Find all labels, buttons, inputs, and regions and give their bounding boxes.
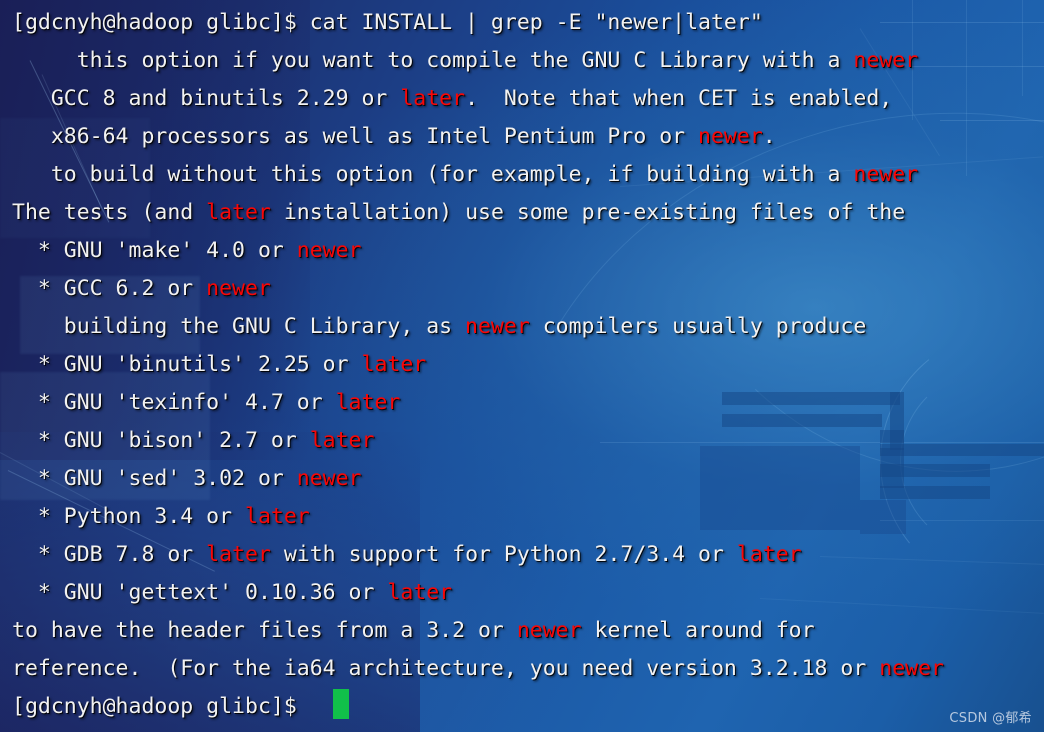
line-2: GCC 8 and binutils 2.29 or later. Note t… <box>12 80 892 118</box>
highlighted-match: later <box>400 86 466 111</box>
line-10: * GNU 'texinfo' 4.7 or later <box>12 384 400 422</box>
line-text: * GNU 'bison' 2.7 or <box>12 428 310 453</box>
line-text: * GDB 7.8 or <box>12 542 207 567</box>
line-1: this option if you want to compile the G… <box>12 42 918 80</box>
terminal-output[interactable]: [gdcnyh@hadoop glibc]$ cat INSTALL | gre… <box>0 0 1044 732</box>
line-text: . <box>762 124 776 149</box>
highlighted-match: later <box>206 200 271 225</box>
terminal-screen[interactable]: [gdcnyh@hadoop glibc]$ cat INSTALL | gre… <box>0 0 1044 732</box>
highlighted-match: later <box>361 352 427 377</box>
line-5: The tests (and later installation) use s… <box>12 194 905 232</box>
terminal-cursor <box>333 689 349 719</box>
line-9: * GNU 'binutils' 2.25 or later <box>12 346 426 384</box>
highlighted-match: later <box>245 504 310 529</box>
line-text: . Note that when CET is enabled, <box>465 86 893 111</box>
line-8: building the GNU C Library, as newer com… <box>12 308 867 346</box>
line-prompt-final: [gdcnyh@hadoop glibc]$ <box>12 688 310 726</box>
line-command: [gdcnyh@hadoop glibc]$ cat INSTALL | gre… <box>12 4 763 42</box>
line-text: with support for Python 2.7/3.4 or <box>270 542 737 567</box>
line-text: GCC 8 and binutils 2.29 or <box>12 86 401 111</box>
line-11: * GNU 'bison' 2.7 or later <box>12 422 375 460</box>
line-text: * Python 3.4 or <box>12 504 245 529</box>
line-text: * GCC 6.2 or <box>12 276 207 301</box>
highlighted-match: later <box>309 428 375 453</box>
line-text: installation) use some pre-existing file… <box>270 200 906 225</box>
highlighted-match: newer <box>853 162 919 187</box>
highlighted-match: newer <box>296 466 362 491</box>
highlighted-match: later <box>387 580 453 605</box>
line-text: * GNU 'binutils' 2.25 or <box>12 352 362 377</box>
highlighted-match: newer <box>698 124 763 149</box>
highlighted-match: newer <box>516 618 582 643</box>
line-3: x86-64 processors as well as Intel Penti… <box>12 118 776 156</box>
line-13: * Python 3.4 or later <box>12 498 310 536</box>
line-text: [gdcnyh@hadoop glibc]$ <box>12 694 310 719</box>
line-text: reference. (For the ia64 architecture, y… <box>12 656 880 681</box>
line-text: * GNU 'gettext' 0.10.36 or <box>12 580 388 605</box>
line-17: reference. (For the ia64 architecture, y… <box>12 650 944 688</box>
line-text: The tests (and <box>12 200 207 225</box>
line-12: * GNU 'sed' 3.02 or newer <box>12 460 362 498</box>
line-text: to build without this option (for exampl… <box>12 162 854 187</box>
line-text: * GNU 'sed' 3.02 or <box>12 466 297 491</box>
highlighted-match: newer <box>879 656 944 681</box>
highlighted-match: newer <box>296 238 362 263</box>
highlighted-match: later <box>206 542 271 567</box>
line-text: [gdcnyh@hadoop glibc]$ cat INSTALL | gre… <box>12 10 763 35</box>
line-14: * GDB 7.8 or later with support for Pyth… <box>12 536 802 574</box>
line-text: * GNU 'make' 4.0 or <box>12 238 297 263</box>
line-text: compilers usually produce <box>529 314 867 339</box>
line-text: to have the header files from a 3.2 or <box>12 618 517 643</box>
line-text: this option if you want to compile the G… <box>12 48 854 73</box>
highlighted-match: later <box>736 542 802 567</box>
line-text: x86-64 processors as well as Intel Penti… <box>12 124 699 149</box>
line-6: * GNU 'make' 4.0 or newer <box>12 232 362 270</box>
line-text: kernel around for <box>581 618 815 643</box>
line-4: to build without this option (for exampl… <box>12 156 918 194</box>
highlighted-match: newer <box>465 314 530 339</box>
highlighted-match: newer <box>206 276 271 301</box>
highlighted-match: newer <box>853 48 919 73</box>
watermark: CSDN @郁希 <box>949 711 1032 726</box>
line-7: * GCC 6.2 or newer <box>12 270 271 308</box>
line-15: * GNU 'gettext' 0.10.36 or later <box>12 574 452 612</box>
line-text: * GNU 'texinfo' 4.7 or <box>12 390 336 415</box>
line-16: to have the header files from a 3.2 or n… <box>12 612 815 650</box>
highlighted-match: later <box>335 390 401 415</box>
line-text: building the GNU C Library, as <box>12 314 466 339</box>
